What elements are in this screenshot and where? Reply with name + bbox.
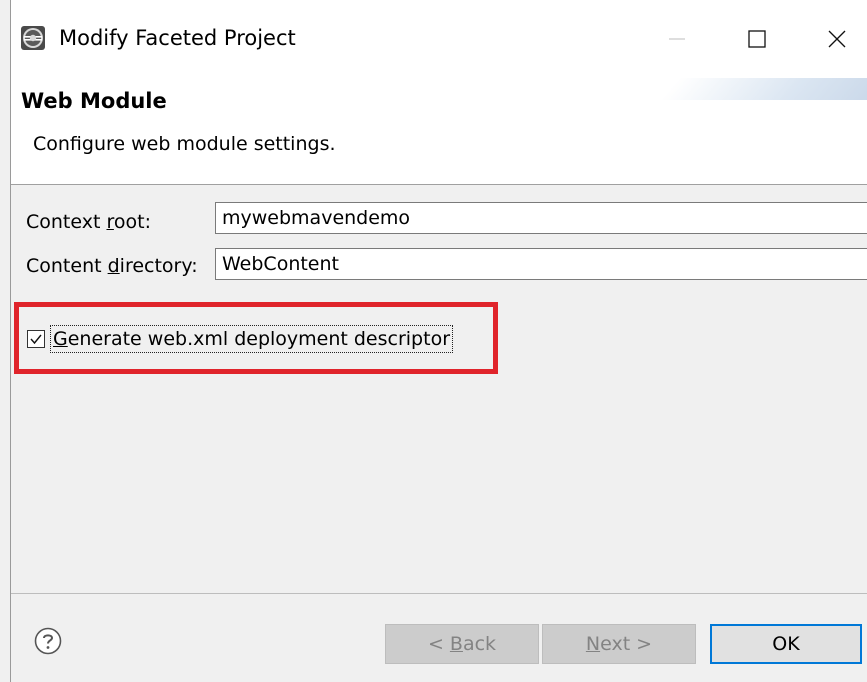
close-button[interactable] — [807, 14, 867, 64]
content-directory-label: Content directory: — [26, 255, 198, 277]
back-button[interactable]: < Back — [385, 624, 539, 664]
maximize-button[interactable] — [727, 14, 787, 64]
generate-web-xml-checkbox[interactable] — [27, 330, 45, 348]
window-title: Modify Faceted Project — [59, 26, 296, 50]
maximize-icon — [748, 30, 766, 48]
content-directory-input[interactable] — [215, 248, 867, 280]
minimize-button[interactable] — [647, 14, 707, 64]
minimize-icon — [669, 38, 685, 40]
title-bar[interactable]: Modify Faceted Project — [11, 0, 867, 78]
ok-button[interactable]: OK — [710, 624, 862, 664]
modify-faceted-project-dialog: Modify Faceted Project Web Module Config… — [10, 0, 867, 682]
close-icon — [828, 30, 846, 48]
generate-web-xml-label[interactable]: Generate web.xml deployment descriptor — [49, 325, 454, 353]
footer-separator — [11, 593, 867, 594]
context-root-label: Context root: — [26, 211, 151, 233]
page-description: Configure web module settings. — [33, 133, 336, 155]
next-button[interactable]: Next > — [542, 624, 696, 664]
page-title: Web Module — [21, 89, 167, 113]
context-root-input[interactable] — [215, 202, 867, 234]
banner-decoration — [661, 78, 867, 100]
eclipse-icon — [21, 26, 45, 50]
checkmark-icon — [30, 334, 42, 345]
wizard-header: Web Module Configure web module settings… — [11, 78, 867, 185]
help-icon[interactable] — [33, 626, 63, 656]
